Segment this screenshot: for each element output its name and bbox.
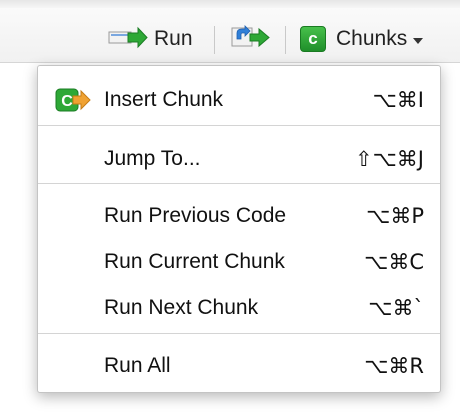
menu-item-jump-to[interactable]: Jump To... ⇧⌥⌘J	[38, 138, 440, 178]
chevron-down-icon	[413, 37, 424, 44]
chunk-c-icon: c	[300, 26, 326, 52]
menu-item-label: Run Next Chunk	[104, 296, 259, 319]
menu-item-shortcut: ⌥⌘I	[372, 88, 424, 112]
chunks-dropdown-menu: C Insert Chunk ⌥⌘I Jump To... ⇧⌥⌘J Run P…	[37, 65, 441, 393]
insert-chunk-icon: C	[55, 87, 91, 118]
run-button-label: Run	[154, 27, 193, 50]
menu-item-shortcut: ⌥⌘P	[366, 204, 424, 228]
run-arrow-icon	[108, 25, 148, 54]
rerun-button[interactable]	[231, 24, 271, 54]
menu-item-label: Insert Chunk	[104, 88, 224, 111]
menu-item-shortcut: ⌥⌘C	[364, 250, 424, 274]
menu-item-run-all[interactable]: Run All ⌥⌘R	[38, 345, 440, 385]
menu-item-run-previous-code[interactable]: Run Previous Code ⌥⌘P	[38, 195, 440, 235]
menu-divider	[38, 125, 440, 126]
rerun-icon	[231, 24, 271, 54]
run-button[interactable]: Run	[108, 24, 193, 54]
chunks-menu-button[interactable]: c Chunks	[300, 24, 424, 54]
menu-item-label: Run Current Chunk	[104, 250, 285, 273]
menu-item-label: Run Previous Code	[104, 204, 287, 227]
svg-text:C: C	[61, 93, 73, 110]
toolbar-separator	[285, 26, 286, 54]
menu-divider	[38, 333, 440, 334]
chunks-button-label: Chunks	[336, 27, 408, 50]
menu-item-shortcut: ⇧⌥⌘J	[355, 147, 424, 171]
menu-item-run-next-chunk[interactable]: Run Next Chunk ⌥⌘`	[38, 287, 440, 327]
menu-item-label: Jump To...	[104, 147, 201, 170]
toolbar-separator	[214, 26, 215, 54]
menu-divider	[38, 183, 440, 184]
editor-toolbar: Run c Chunks	[0, 0, 460, 63]
menu-item-label: Run All	[104, 354, 171, 377]
toolbar-top-border	[0, 0, 460, 8]
menu-item-shortcut: ⌥⌘R	[364, 354, 424, 378]
menu-item-insert-chunk[interactable]: C Insert Chunk ⌥⌘I	[38, 79, 440, 119]
menu-item-run-current-chunk[interactable]: Run Current Chunk ⌥⌘C	[38, 241, 440, 281]
menu-item-shortcut: ⌥⌘`	[368, 296, 424, 320]
